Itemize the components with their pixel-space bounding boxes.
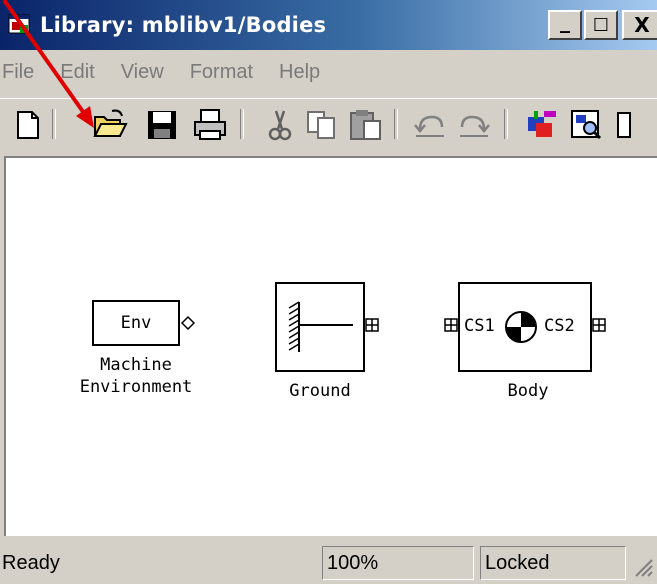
annotation-arrow [2,0,94,128]
